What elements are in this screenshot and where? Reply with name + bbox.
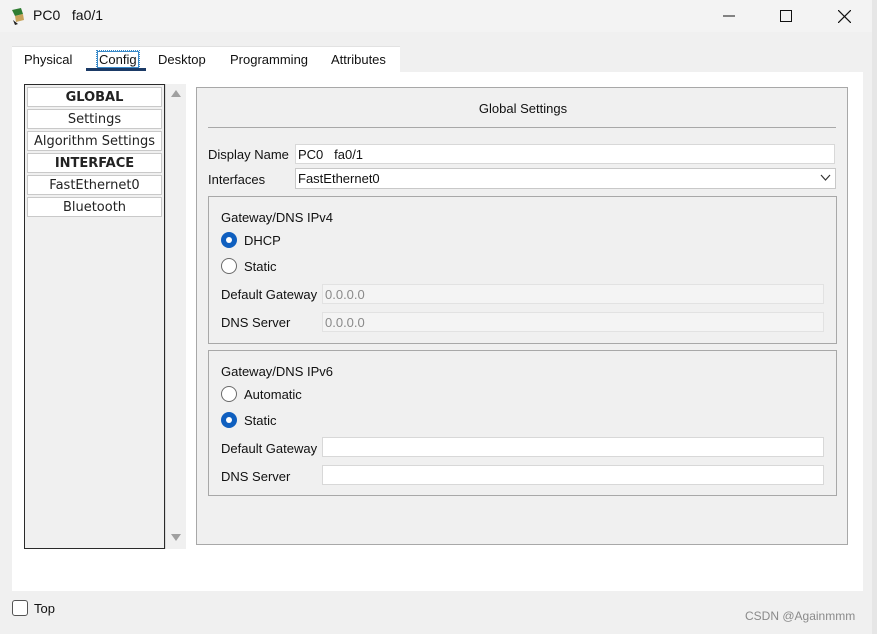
ipv4-static-label: Static [244, 258, 277, 274]
sidebar-item-fastethernet0[interactable]: FastEthernet0 [27, 175, 162, 195]
settings-title: Global Settings [478, 101, 568, 116]
ipv4-gateway-label: Default Gateway [221, 287, 318, 302]
config-sidebar: GLOBAL Settings Algorithm Settings INTER… [24, 84, 165, 549]
sidebar-item-settings[interactable]: Settings [27, 109, 162, 129]
watermark: CSDN @Againmmm [745, 609, 856, 623]
checkbox-unchecked-icon [12, 600, 28, 616]
chevron-down-icon [820, 174, 831, 181]
window-edge [872, 0, 877, 634]
ipv4-group-title: Gateway/DNS IPv4 [221, 210, 333, 225]
sidebar-header-global[interactable]: GLOBAL [27, 87, 162, 107]
sidebar-item-algorithm-settings[interactable]: Algorithm Settings [27, 131, 162, 151]
radio-selected-icon [221, 412, 237, 428]
ipv6-group: Gateway/DNS IPv6 Automatic Static Defaul… [208, 350, 837, 496]
top-checkbox[interactable]: Top [12, 600, 55, 616]
minimize-icon [723, 15, 735, 17]
sidebar-item-bluetooth[interactable]: Bluetooth [27, 197, 162, 217]
tab-desktop[interactable]: Desktop [158, 52, 206, 67]
global-settings-panel: Global Settings Display Name PC0 fa0/1 I… [196, 87, 848, 545]
ipv4-static-radio[interactable]: Static [221, 258, 277, 274]
close-button[interactable] [815, 0, 873, 32]
tab-attributes[interactable]: Attributes [331, 52, 386, 67]
ipv6-gateway-label: Default Gateway [221, 441, 318, 456]
maximize-icon [780, 10, 792, 22]
radio-unselected-icon [221, 386, 237, 402]
ipv4-dns-label: DNS Server [221, 315, 291, 330]
interfaces-select-value: FastEthernet0 [298, 171, 380, 186]
ipv6-gateway-input[interactable] [322, 437, 824, 457]
sidebar-scrollbar[interactable] [165, 84, 186, 549]
radio-unselected-icon [221, 258, 237, 274]
display-name-label: Display Name [208, 147, 289, 162]
close-icon [837, 9, 851, 23]
active-tab-indicator [86, 68, 146, 71]
ipv4-dhcp-label: DHCP [244, 232, 281, 248]
interfaces-select[interactable]: FastEthernet0 [295, 168, 836, 189]
ipv6-static-radio[interactable]: Static [221, 412, 277, 428]
tab-programming[interactable]: Programming [230, 52, 308, 67]
packet-tracer-pc-icon [9, 6, 29, 26]
ipv6-automatic-label: Automatic [244, 386, 302, 402]
ipv6-automatic-radio[interactable]: Automatic [221, 386, 302, 402]
scroll-up-icon[interactable] [171, 90, 181, 97]
tab-bar: Physical Config Desktop Programming Attr… [12, 46, 400, 72]
ipv6-dns-label: DNS Server [221, 469, 291, 484]
ipv4-group: Gateway/DNS IPv4 DHCP Static Default Gat… [208, 196, 837, 344]
minimize-button[interactable] [700, 0, 758, 32]
divider [208, 127, 836, 128]
ipv4-dhcp-radio[interactable]: DHCP [221, 232, 281, 248]
tab-config[interactable]: Config [96, 50, 140, 69]
ipv6-group-title: Gateway/DNS IPv6 [221, 364, 333, 379]
ipv6-dns-input[interactable] [322, 465, 824, 485]
display-name-input[interactable]: PC0 fa0/1 [295, 144, 835, 164]
top-checkbox-label: Top [34, 600, 55, 616]
ipv4-dns-input[interactable]: 0.0.0.0 [322, 312, 824, 332]
window-title: PC0 fa0/1 [33, 7, 104, 23]
sidebar-header-interface[interactable]: INTERFACE [27, 153, 162, 173]
ipv6-static-label: Static [244, 412, 277, 428]
scroll-down-icon[interactable] [171, 534, 181, 541]
ipv4-gateway-input[interactable]: 0.0.0.0 [322, 284, 824, 304]
interfaces-label: Interfaces [208, 172, 266, 187]
title-bar: PC0 fa0/1 [0, 0, 877, 32]
maximize-button[interactable] [757, 0, 815, 32]
tab-physical[interactable]: Physical [24, 52, 72, 67]
radio-selected-icon [221, 232, 237, 248]
